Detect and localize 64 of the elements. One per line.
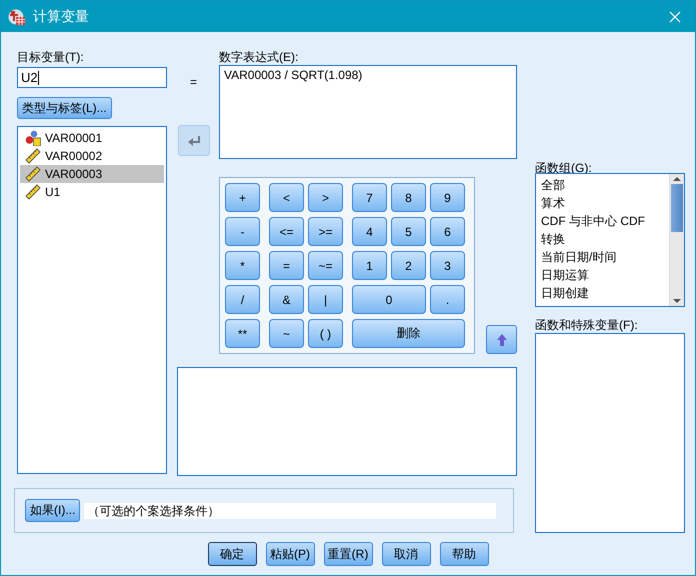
variable-item[interactable]: U1 [20,183,164,201]
if-button[interactable]: 如果(I)... [25,499,80,522]
function-group-item[interactable]: 算术 [541,194,669,212]
dialog-button[interactable]: 确定 [208,542,256,566]
keypad-key[interactable]: / [225,285,260,314]
keypad-key[interactable]: 9 [430,183,465,212]
variable-item[interactable]: VAR00001 [20,129,164,147]
keypad-key[interactable]: 5 [391,217,426,246]
keypad-key[interactable]: * [225,251,260,280]
function-group-item[interactable]: 日期创建 [541,284,669,302]
insert-function-button[interactable] [486,325,517,354]
function-group-item[interactable]: 日期运算 [541,266,669,284]
keypad-key[interactable]: 4 [352,217,387,246]
keypad-key[interactable]: > [308,183,343,212]
close-icon [669,10,681,22]
expression-label: 数字表达式(E): [219,49,300,65]
keypad-key[interactable]: . [430,285,465,314]
function-group-item[interactable]: CDF 与非中心 CDF [541,212,669,230]
keypad-key[interactable]: | [308,285,343,314]
variable-item[interactable]: VAR00003 [20,165,164,183]
dialog-button[interactable]: 重置(R) [324,542,372,566]
keypad-key[interactable]: 删除 [352,319,465,348]
window-title: 计算变量 [33,8,90,26]
keypad-key[interactable]: - [225,217,260,246]
target-variable-label: 目标变量(T): [17,49,85,65]
keypad-key[interactable]: 1 [352,251,387,280]
dialog-button[interactable]: 帮助 [440,542,488,566]
keypad-key[interactable]: 8 [391,183,426,212]
keypad-key[interactable]: 0 [352,285,426,314]
keypad-key[interactable]: ( ) [308,319,343,348]
type-label-button[interactable]: 类型与标签(L)... [17,97,112,119]
up-arrow-icon [496,332,508,346]
keypad-key[interactable]: 6 [430,217,465,246]
keypad-key[interactable]: 2 [391,251,426,280]
keypad-key[interactable]: <= [269,217,304,246]
function-group-item[interactable]: 当前日期/时间 [541,248,669,266]
keypad-key[interactable]: 3 [430,251,465,280]
keypad-key[interactable]: & [269,285,304,314]
equals-sign: = [190,75,198,89]
variable-item[interactable]: VAR00002 [20,147,164,165]
keypad-key[interactable]: ~= [308,251,343,280]
calculator-icon [8,8,26,26]
function-group-item[interactable]: 全部 [541,176,669,194]
keypad-key[interactable]: ** [225,319,260,348]
nominal-variable-icon [25,130,41,146]
expression-field[interactable]: VAR00003 / SQRT(1.098) [219,65,517,159]
dialog-button[interactable]: 取消 [382,542,430,566]
keypad-key[interactable]: = [269,251,304,280]
keypad-key[interactable]: + [225,183,260,212]
ruler-icon [25,184,41,200]
keypad-key[interactable]: < [269,183,304,212]
keypad-key[interactable]: ~ [269,319,304,348]
scroll-down-icon[interactable] [671,296,683,306]
ruler-icon [25,166,41,182]
ruler-icon [25,148,41,164]
move-variable-button[interactable] [178,125,210,156]
keypad-key[interactable]: >= [308,217,343,246]
target-variable-field[interactable]: U2 [17,67,167,88]
scrollbar[interactable] [669,174,684,306]
function-group-item[interactable]: 转换 [541,230,669,248]
if-condition-text: （可选的个案选择条件） [84,502,496,518]
functions-label: 函数和特殊变量(F): [535,317,639,333]
keypad-key[interactable]: 7 [352,183,387,212]
dialog-button[interactable]: 粘贴(P) [266,542,314,566]
